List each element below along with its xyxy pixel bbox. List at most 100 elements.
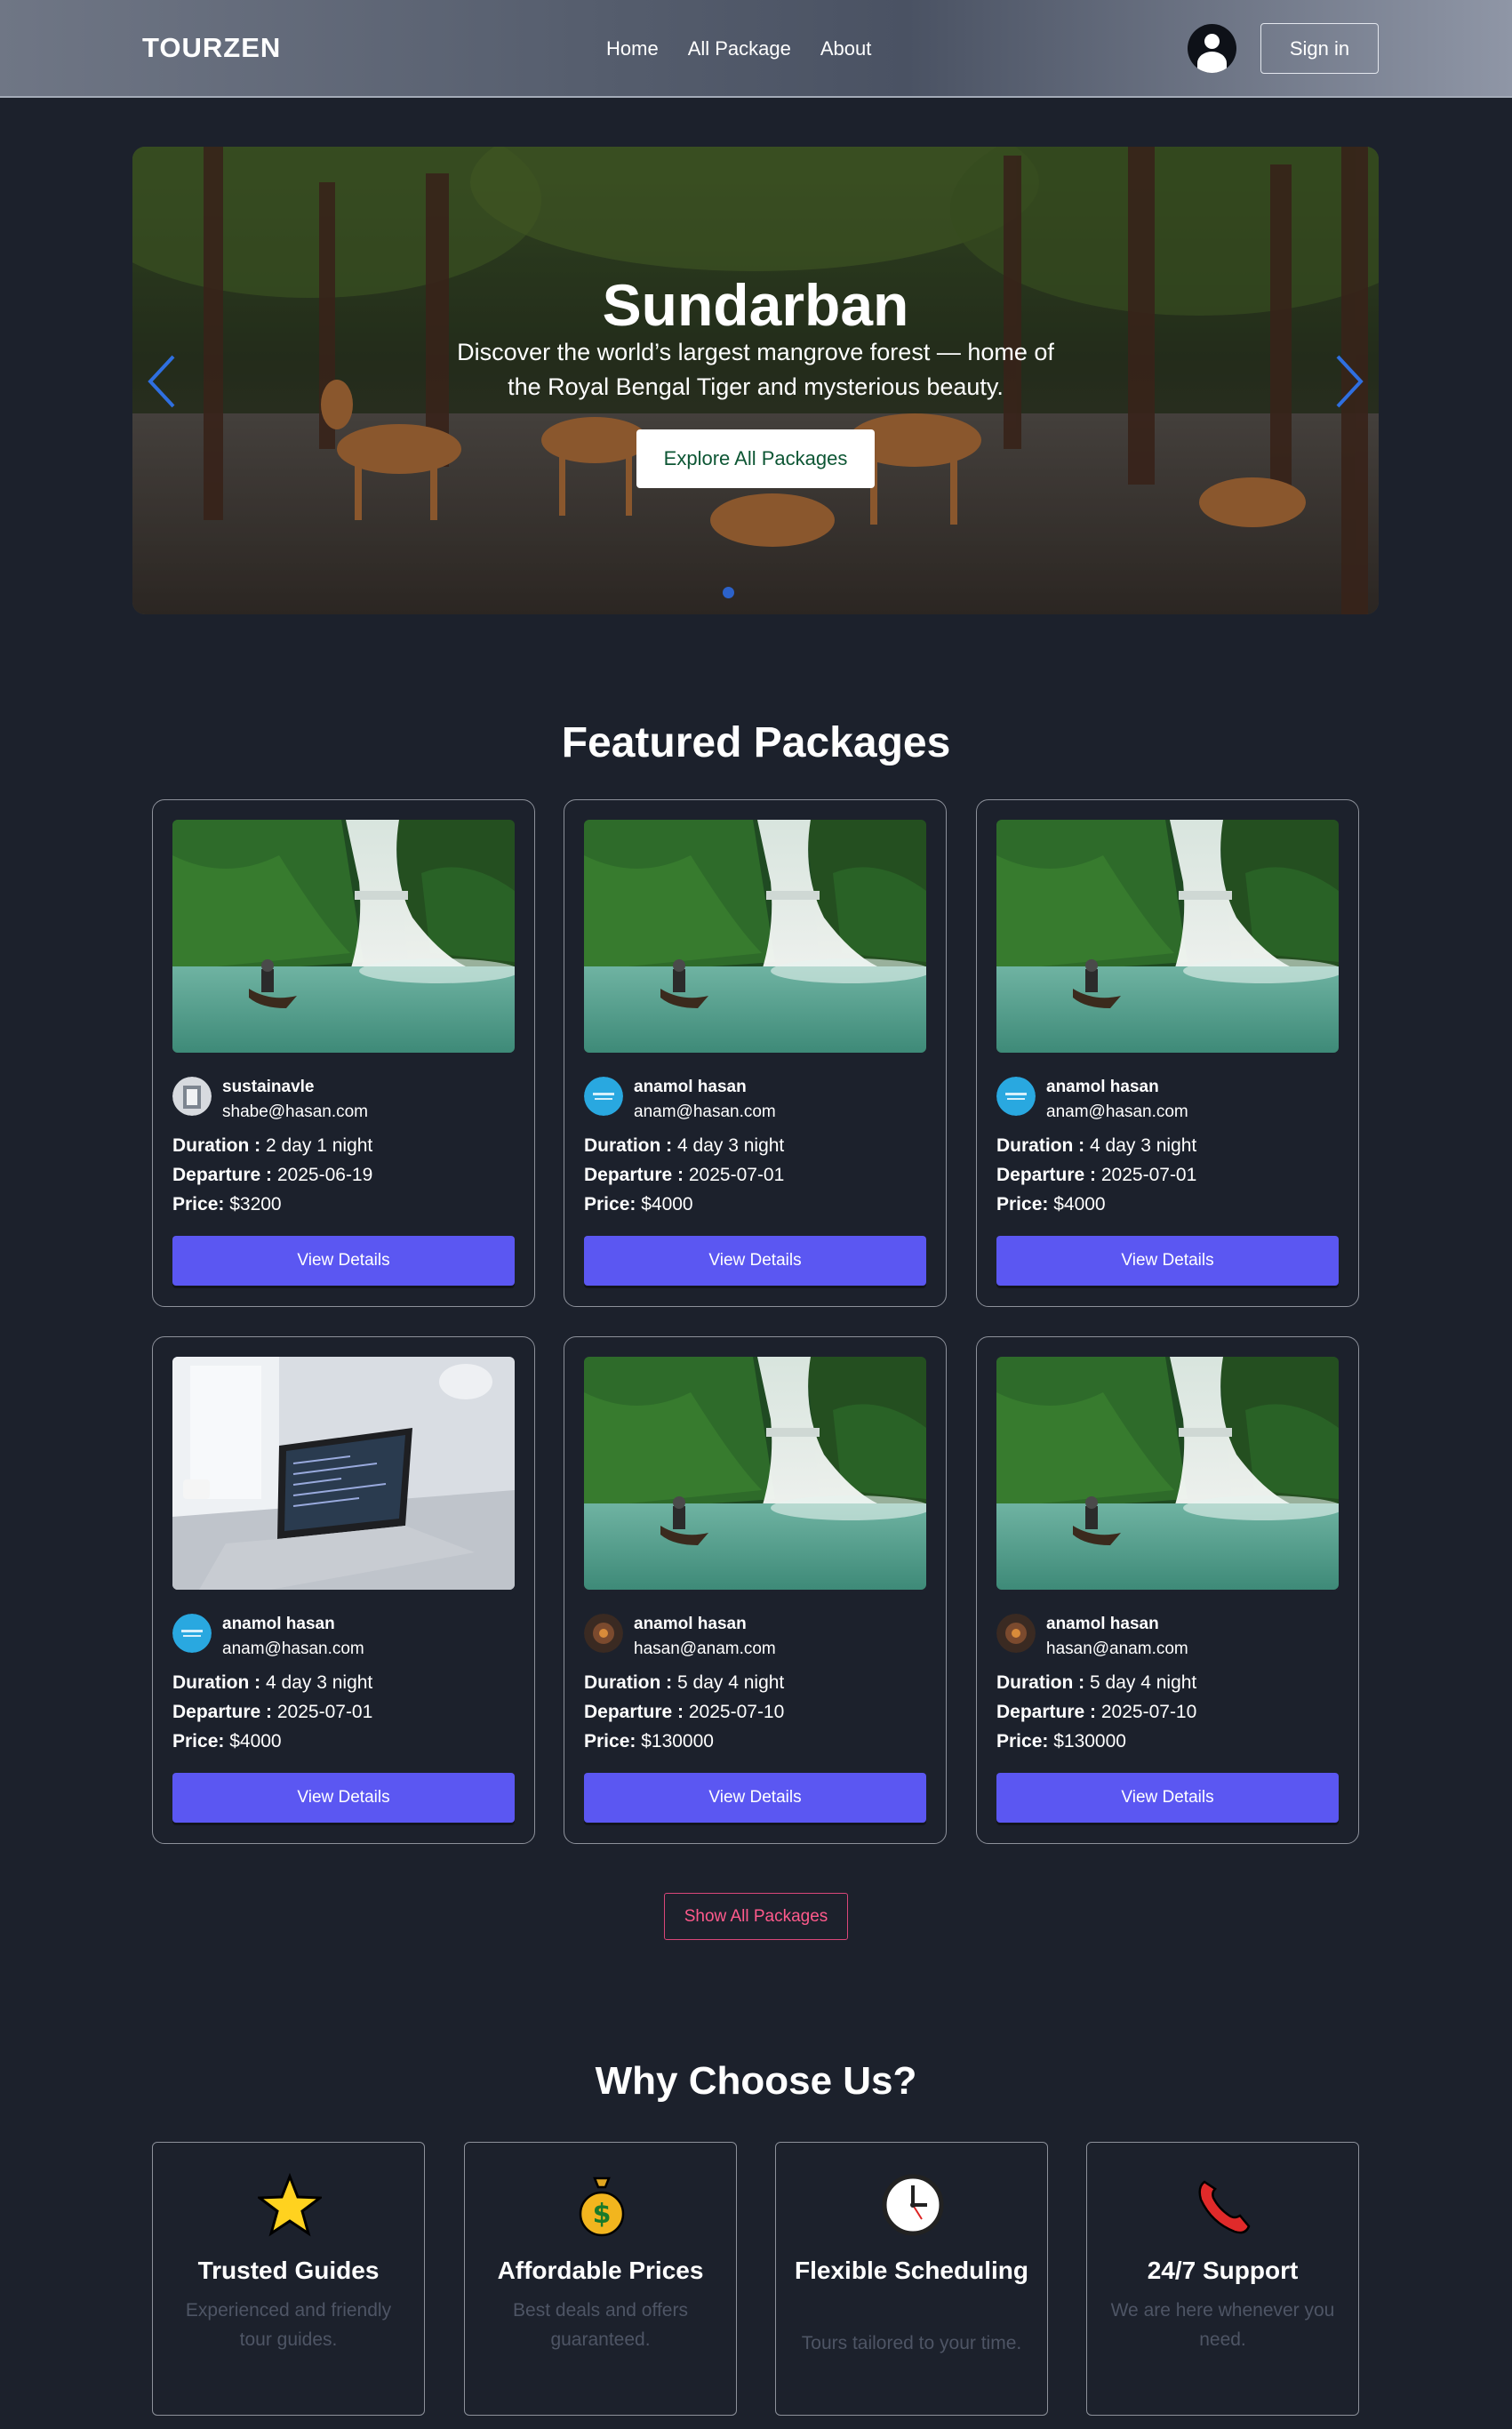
duration-label: Duration : bbox=[996, 1135, 1085, 1156]
package-duration: Duration : 4 day 3 night bbox=[996, 1135, 1196, 1157]
guide-avatar bbox=[172, 1077, 212, 1116]
price-label: Price: bbox=[584, 1194, 636, 1214]
departure-value: 2025-07-10 bbox=[1100, 1702, 1197, 1722]
price-value: $4000 bbox=[229, 1731, 282, 1752]
hero-title: Sundarban bbox=[602, 272, 909, 338]
nav-link-all-package[interactable]: All Package bbox=[688, 37, 791, 60]
package-duration: Duration : 4 day 3 night bbox=[172, 1672, 372, 1694]
guide-email: hasan@anam.com bbox=[1046, 1639, 1188, 1658]
departure-label: Departure : bbox=[996, 1165, 1097, 1185]
view-details-button[interactable]: View Details bbox=[996, 1236, 1339, 1286]
package-departure: Departure : 2025-07-01 bbox=[172, 1702, 372, 1723]
guide-avatar bbox=[172, 1614, 212, 1653]
guide-name: anamol hasan bbox=[634, 1078, 747, 1096]
departure-label: Departure : bbox=[172, 1165, 273, 1185]
guide-name: anamol hasan bbox=[1046, 1078, 1159, 1096]
hero-carousel: Sundarban Discover the world’s largest m… bbox=[132, 147, 1379, 614]
package-price: Price: $4000 bbox=[172, 1731, 282, 1752]
guide-name: anamol hasan bbox=[1046, 1615, 1159, 1633]
package-image[interactable] bbox=[172, 820, 515, 1053]
departure-value: 2025-06-19 bbox=[276, 1165, 373, 1185]
carousel-next-arrow-icon[interactable] bbox=[1331, 353, 1366, 410]
package-departure: Departure : 2025-07-10 bbox=[996, 1702, 1196, 1723]
package-price: Price: $4000 bbox=[996, 1194, 1106, 1215]
package-card: anamol hasan anam@hasan.com Duration : 4… bbox=[976, 799, 1359, 1307]
package-price: Price: $130000 bbox=[584, 1731, 714, 1752]
clock-icon bbox=[882, 2174, 944, 2236]
view-details-button[interactable]: View Details bbox=[172, 1236, 515, 1286]
departure-label: Departure : bbox=[172, 1702, 273, 1722]
show-all-packages-button[interactable]: Show All Packages bbox=[664, 1893, 848, 1940]
package-image[interactable] bbox=[172, 1357, 515, 1590]
package-card: anamol hasan hasan@anam.com Duration : 5… bbox=[976, 1336, 1359, 1844]
guide-name: sustainavle bbox=[222, 1078, 315, 1096]
duration-value: 4 day 3 night bbox=[1090, 1135, 1197, 1156]
explore-all-packages-button[interactable]: Explore All Packages bbox=[636, 429, 875, 488]
star-icon bbox=[258, 2173, 322, 2237]
package-departure: Departure : 2025-07-01 bbox=[584, 1165, 784, 1186]
feature-description: Experienced and friendly tour guides. bbox=[185, 2300, 392, 2350]
feature-description: We are here whenever you need. bbox=[1110, 2300, 1335, 2350]
package-image[interactable] bbox=[584, 820, 926, 1053]
view-details-button[interactable]: View Details bbox=[584, 1236, 926, 1286]
guide-avatar bbox=[996, 1614, 1036, 1653]
package-card: anamol hasan anam@hasan.com Duration : 4… bbox=[152, 1336, 535, 1844]
sign-in-button[interactable]: Sign in bbox=[1260, 23, 1379, 74]
price-label: Price: bbox=[584, 1731, 636, 1752]
departure-label: Departure : bbox=[584, 1702, 684, 1722]
guide-email: anam@hasan.com bbox=[1046, 1102, 1188, 1121]
departure-value: 2025-07-01 bbox=[276, 1702, 373, 1722]
package-departure: Departure : 2025-07-01 bbox=[996, 1165, 1196, 1186]
carousel-indicator-dot[interactable] bbox=[723, 587, 734, 598]
duration-label: Duration : bbox=[172, 1672, 261, 1693]
guide-email: shabe@hasan.com bbox=[222, 1102, 368, 1121]
departure-value: 2025-07-01 bbox=[1100, 1165, 1197, 1185]
package-card: sustainavle shabe@hasan.com Duration : 2… bbox=[152, 799, 535, 1307]
price-value: $4000 bbox=[1053, 1194, 1106, 1214]
feature-description: Tours tailored to your time. bbox=[801, 2333, 1022, 2353]
feature-title: Affordable Prices bbox=[497, 2257, 704, 2284]
user-avatar-icon[interactable] bbox=[1188, 24, 1236, 73]
price-value: $4000 bbox=[641, 1194, 693, 1214]
package-departure: Departure : 2025-07-10 bbox=[584, 1702, 784, 1723]
package-duration: Duration : 5 day 4 night bbox=[584, 1672, 784, 1694]
duration-value: 4 day 3 night bbox=[266, 1672, 373, 1693]
guide-name: anamol hasan bbox=[634, 1615, 747, 1633]
package-image[interactable] bbox=[584, 1357, 926, 1590]
guide-avatar bbox=[996, 1077, 1036, 1116]
feature-flexible-scheduling: Flexible Scheduling Tours tailored to yo… bbox=[775, 2142, 1048, 2416]
duration-value: 4 day 3 night bbox=[677, 1135, 785, 1156]
phone-icon bbox=[1198, 2180, 1251, 2234]
why-choose-us-title: Why Choose Us? bbox=[595, 2059, 917, 2103]
departure-value: 2025-07-01 bbox=[688, 1165, 785, 1185]
view-details-button[interactable]: View Details bbox=[172, 1773, 515, 1823]
nav-link-about[interactable]: About bbox=[820, 37, 872, 60]
package-image[interactable] bbox=[996, 820, 1339, 1053]
duration-label: Duration : bbox=[584, 1672, 673, 1693]
brand-logo[interactable]: TOURZEN bbox=[142, 32, 281, 64]
duration-label: Duration : bbox=[996, 1672, 1085, 1693]
view-details-button[interactable]: View Details bbox=[584, 1773, 926, 1823]
price-label: Price: bbox=[172, 1731, 225, 1752]
carousel-prev-arrow-icon[interactable] bbox=[145, 353, 180, 410]
package-price: Price: $3200 bbox=[172, 1194, 282, 1215]
duration-label: Duration : bbox=[584, 1135, 673, 1156]
guide-email: anam@hasan.com bbox=[222, 1639, 364, 1658]
featured-packages-title: Featured Packages bbox=[561, 719, 951, 766]
nav-links: Home All Package About bbox=[606, 37, 871, 60]
guide-avatar bbox=[584, 1077, 623, 1116]
duration-value: 5 day 4 night bbox=[1090, 1672, 1197, 1693]
price-value: $3200 bbox=[229, 1194, 282, 1214]
price-value: $130000 bbox=[641, 1731, 714, 1752]
feature-trusted-guides: Trusted Guides Experienced and friendly … bbox=[152, 2142, 425, 2416]
nav-link-home[interactable]: Home bbox=[606, 37, 659, 60]
view-details-button[interactable]: View Details bbox=[996, 1773, 1339, 1823]
guide-avatar bbox=[584, 1614, 623, 1653]
package-image[interactable] bbox=[996, 1357, 1339, 1590]
departure-label: Departure : bbox=[584, 1165, 684, 1185]
price-label: Price: bbox=[996, 1194, 1049, 1214]
guide-email: anam@hasan.com bbox=[634, 1102, 776, 1121]
package-price: Price: $4000 bbox=[584, 1194, 693, 1215]
package-card: anamol hasan hasan@anam.com Duration : 5… bbox=[564, 1336, 947, 1844]
feature-support: 24/7 Support We are here whenever you ne… bbox=[1086, 2142, 1359, 2416]
